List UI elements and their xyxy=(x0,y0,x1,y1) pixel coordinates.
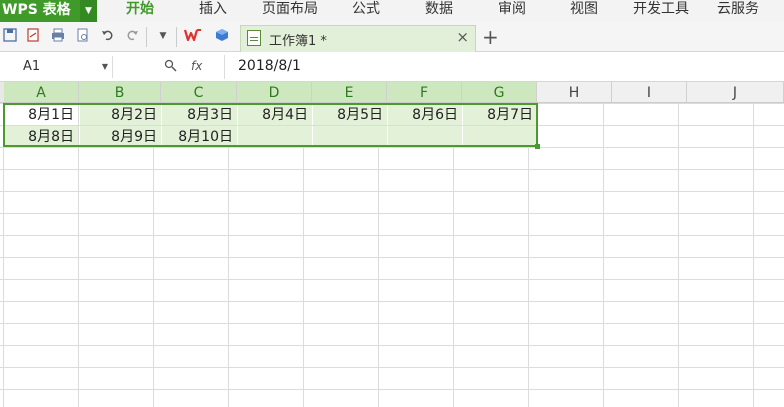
chevron-down-icon[interactable]: ▼ xyxy=(102,62,108,71)
cell-f1[interactable]: 8月6日 xyxy=(388,104,462,125)
menu-data[interactable]: 数据 xyxy=(425,0,453,22)
zoom-icon[interactable] xyxy=(164,59,177,75)
column-header-d[interactable]: D xyxy=(237,82,312,103)
cell-g2[interactable] xyxy=(463,126,537,147)
column-header-g[interactable]: G xyxy=(462,82,537,103)
close-icon[interactable]: × xyxy=(456,28,469,46)
column-header-b[interactable]: B xyxy=(79,82,161,103)
cell-g1[interactable]: 8月7日 xyxy=(463,104,537,125)
cell-grid[interactable] xyxy=(0,103,784,407)
menu-developer[interactable]: 开发工具 xyxy=(633,0,689,22)
redo-icon[interactable] xyxy=(124,28,140,44)
menu-page-layout[interactable]: 页面布局 xyxy=(262,0,318,22)
column-header-j[interactable]: J xyxy=(687,82,784,103)
cell-d1[interactable]: 8月4日 xyxy=(238,104,312,125)
cell-a1[interactable]: 8月1日 xyxy=(4,104,78,125)
menu-cloud[interactable]: 云服务 xyxy=(717,0,759,22)
add-tab-icon[interactable]: + xyxy=(482,25,499,49)
workbook-tab[interactable]: 工作簿1 * × xyxy=(240,25,476,52)
column-header-c[interactable]: C xyxy=(161,82,237,103)
menu-insert[interactable]: 插入 xyxy=(199,0,227,22)
cell-a2[interactable]: 8月8日 xyxy=(4,126,78,147)
save-icon[interactable] xyxy=(2,28,18,44)
cell-d2[interactable] xyxy=(238,126,312,147)
print-preview-icon[interactable] xyxy=(75,28,91,44)
tab-title: 工作簿1 * xyxy=(269,34,327,49)
cell-reference: A1 xyxy=(23,59,41,74)
menu-formulas[interactable]: 公式 xyxy=(352,0,380,22)
cell-b1[interactable]: 8月2日 xyxy=(80,104,161,125)
cube-icon[interactable] xyxy=(214,28,230,44)
cell-c1[interactable]: 8月3日 xyxy=(162,104,237,125)
menu-review[interactable]: 审阅 xyxy=(498,0,526,22)
insert-function-icon[interactable]: fx xyxy=(191,59,202,73)
toolbar-separator xyxy=(176,27,177,47)
name-box[interactable]: A1 ▼ xyxy=(3,56,113,78)
menu-bar: WPS 表格 ▼ 开始 插入 页面布局 公式 数据 审阅 视图 开发工具 云服务 xyxy=(0,0,784,22)
customize-dropdown-icon[interactable]: ▼ xyxy=(155,28,171,44)
column-header-i[interactable]: I xyxy=(612,82,687,103)
wps-logo-icon[interactable] xyxy=(183,28,202,44)
formula-separator xyxy=(224,55,225,79)
column-header-f[interactable]: F xyxy=(387,82,462,103)
cell-c2[interactable]: 8月10日 xyxy=(162,126,237,147)
menu-view[interactable]: 视图 xyxy=(570,0,598,22)
cell-b2[interactable]: 8月9日 xyxy=(80,126,161,147)
column-header-e[interactable]: E xyxy=(312,82,387,103)
print-icon[interactable] xyxy=(50,28,66,44)
undo-icon[interactable] xyxy=(100,28,116,44)
toolbar-separator xyxy=(146,27,147,47)
formula-input[interactable]: 2018/8/1 xyxy=(238,58,301,74)
logo-dropdown-icon[interactable]: ▼ xyxy=(80,0,97,22)
column-header-a[interactable]: A xyxy=(4,82,79,103)
app-logo[interactable]: WPS 表格 xyxy=(0,0,80,22)
menu-home[interactable]: 开始 xyxy=(126,0,154,22)
column-header-h[interactable]: H xyxy=(537,82,612,103)
fill-handle[interactable] xyxy=(535,144,540,149)
export-pdf-icon[interactable] xyxy=(25,28,41,44)
cell-e1[interactable]: 8月5日 xyxy=(313,104,387,125)
cell-f2[interactable] xyxy=(388,126,462,147)
cell-e2[interactable] xyxy=(313,126,387,147)
spreadsheet-icon xyxy=(247,30,261,46)
formula-bar: A1 ▼ fx 2018/8/1 xyxy=(0,52,784,82)
